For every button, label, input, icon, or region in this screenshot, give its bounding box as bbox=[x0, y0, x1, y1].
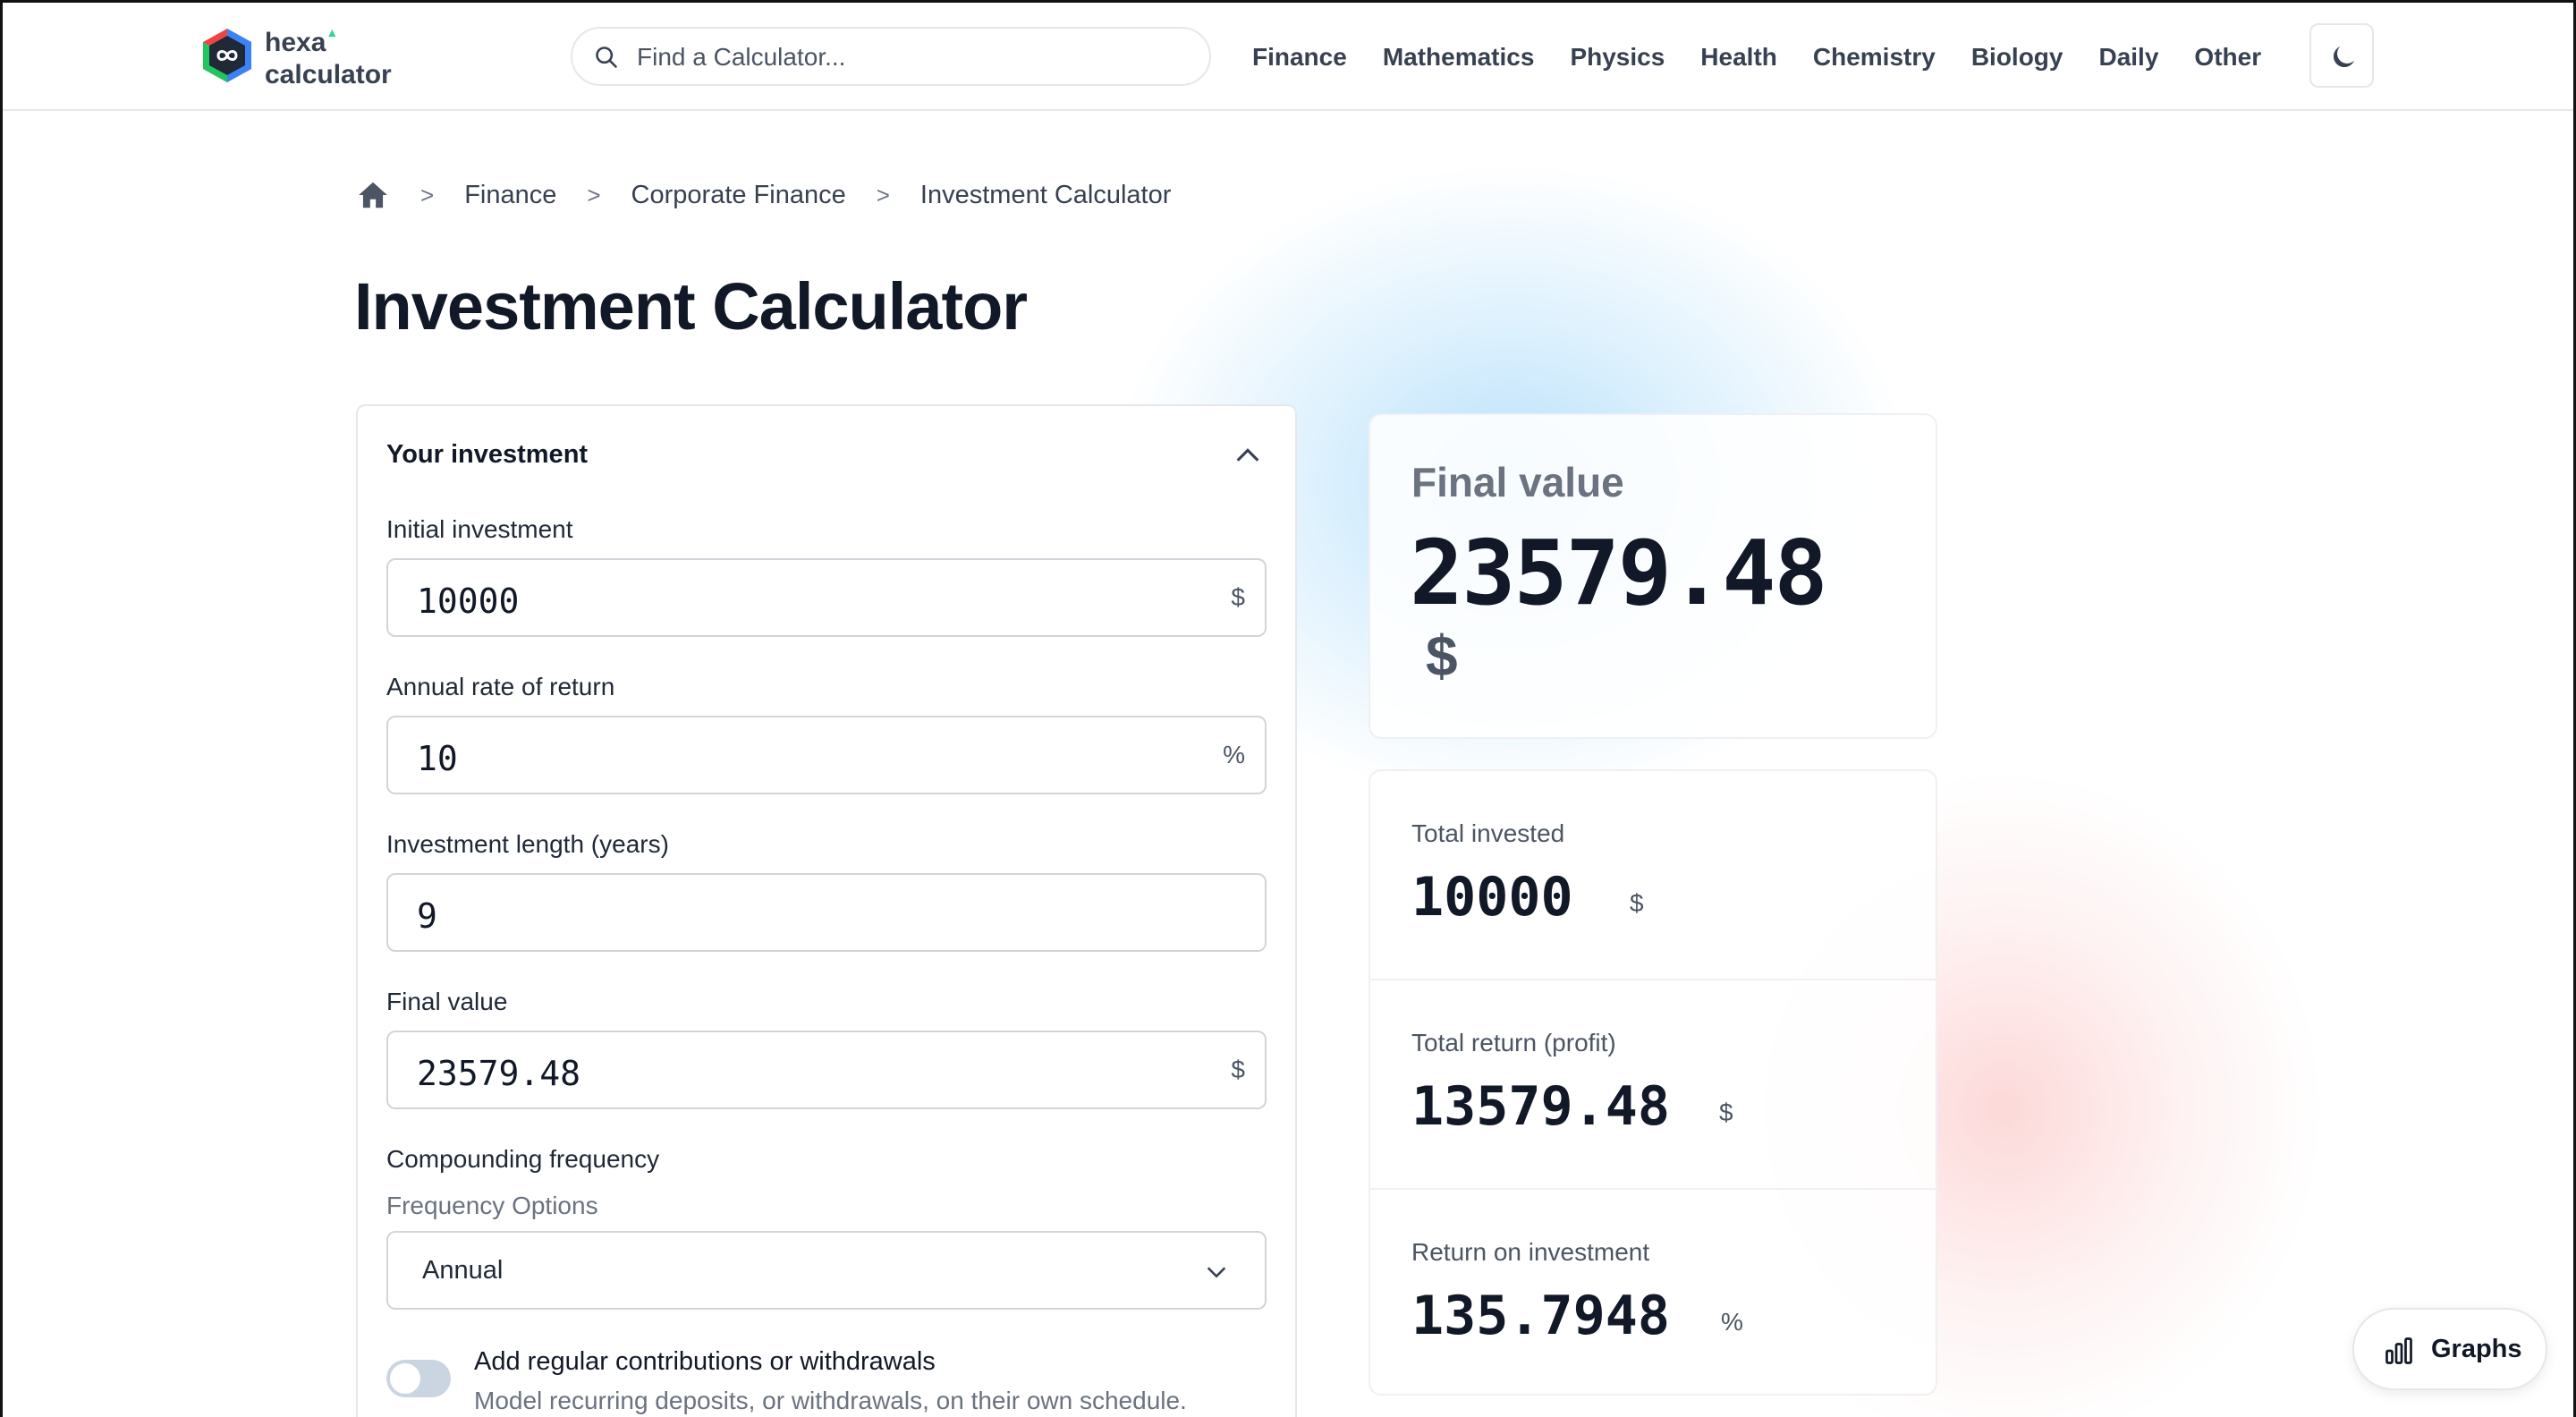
graphs-label: Graphs bbox=[2431, 1335, 2522, 1363]
investment-length-value: 9 bbox=[417, 896, 437, 936]
contributions-title: Add regular contributions or withdrawals bbox=[474, 1347, 936, 1376]
final-value-result: 23579.48 bbox=[1410, 521, 1828, 625]
chevron-down-icon bbox=[1207, 1267, 1226, 1278]
final-value-input-value: 23579.48 bbox=[417, 1054, 581, 1093]
stat-roi: Return on investment 135.7948 % bbox=[1370, 1190, 1936, 1399]
stat-value: 10000 bbox=[1411, 866, 1573, 929]
stat-label: Total invested bbox=[1411, 819, 1565, 847]
summary-stats-card: Total invested 10000 $ Total return (pro… bbox=[1368, 769, 1937, 1396]
logo-line-1: hexa bbox=[265, 28, 326, 57]
final-value-card: Final value 23579.48 $ bbox=[1368, 413, 1937, 739]
stat-label: Return on investment bbox=[1411, 1238, 1650, 1266]
annual-rate-unit: % bbox=[1223, 741, 1245, 768]
logo-line-2: calculator bbox=[265, 60, 392, 89]
final-value-card-label: Final value bbox=[1411, 459, 1624, 505]
main-nav: Finance Mathematics Physics Health Chemi… bbox=[1252, 39, 2297, 75]
nav-daily[interactable]: Daily bbox=[2098, 39, 2158, 75]
investment-length-field[interactable]: 9 bbox=[386, 873, 1267, 952]
stat-unit: % bbox=[1721, 1308, 1743, 1336]
toggle-knob bbox=[390, 1363, 420, 1394]
graphs-button[interactable]: Graphs bbox=[2352, 1308, 2547, 1390]
final-value-label: Final value bbox=[386, 988, 508, 1015]
initial-investment-unit: $ bbox=[1231, 583, 1245, 611]
stat-total-invested: Total invested 10000 $ bbox=[1370, 771, 1936, 980]
search-icon bbox=[596, 47, 617, 68]
theme-toggle-button[interactable] bbox=[2309, 23, 2374, 88]
page-title: Investment Calculator bbox=[354, 269, 1028, 344]
window-border-left bbox=[0, 0, 3, 1417]
stat-unit: $ bbox=[1719, 1099, 1733, 1126]
window-border-top bbox=[0, 0, 2576, 3]
initial-investment-field[interactable]: 10000 $ bbox=[386, 558, 1267, 637]
breadcrumb-finance[interactable]: Finance bbox=[464, 181, 556, 210]
chevron-right-icon: > bbox=[420, 181, 435, 208]
home-icon[interactable] bbox=[356, 178, 390, 212]
chevron-right-icon: > bbox=[587, 181, 601, 208]
investment-form-card: Your investment Initial investment 10000… bbox=[356, 404, 1297, 1417]
search-input[interactable] bbox=[637, 41, 1174, 73]
annual-rate-field[interactable]: 10 % bbox=[386, 716, 1267, 794]
annual-rate-value: 10 bbox=[417, 739, 458, 778]
breadcrumb: > Finance > Corporate Finance > Investme… bbox=[356, 175, 1201, 215]
breadcrumb-current: Investment Calculator bbox=[919, 180, 1172, 209]
chevron-up-icon[interactable] bbox=[1233, 440, 1263, 471]
section-title: Your investment bbox=[386, 440, 589, 469]
contributions-toggle[interactable] bbox=[386, 1360, 451, 1397]
investment-length-label: Investment length (years) bbox=[386, 830, 669, 858]
compounding-label: Compounding frequency bbox=[386, 1145, 660, 1173]
site-logo[interactable]: hexa▲ calculator bbox=[200, 25, 397, 89]
site-header: hexa▲ calculator Finance Mathematics Phy… bbox=[0, 0, 2576, 111]
hexa-logo-icon bbox=[203, 29, 251, 82]
annual-rate-label: Annual rate of return bbox=[386, 673, 615, 700]
search-box[interactable] bbox=[571, 27, 1211, 86]
initial-investment-value: 10000 bbox=[417, 581, 520, 621]
frequency-options-label: Frequency Options bbox=[386, 1192, 598, 1219]
stat-unit: $ bbox=[1630, 889, 1644, 917]
final-value-unit: $ bbox=[1231, 1056, 1245, 1083]
stat-label: Total return (profit) bbox=[1411, 1029, 1616, 1056]
final-value-currency: $ bbox=[1426, 624, 1458, 688]
contributions-description: Model recurring deposits, or withdrawals… bbox=[474, 1387, 1187, 1414]
nav-health[interactable]: Health bbox=[1700, 39, 1777, 75]
nav-finance[interactable]: Finance bbox=[1252, 39, 1347, 75]
nav-biology[interactable]: Biology bbox=[1971, 39, 2063, 75]
breadcrumb-corporate-finance[interactable]: Corporate Finance bbox=[631, 181, 846, 210]
compounding-selected: Annual bbox=[422, 1256, 504, 1285]
moon-icon bbox=[2333, 47, 2354, 68]
initial-investment-label: Initial investment bbox=[386, 515, 573, 543]
nav-physics[interactable]: Physics bbox=[1570, 39, 1665, 75]
nav-mathematics[interactable]: Mathematics bbox=[1383, 39, 1535, 75]
nav-other[interactable]: Other bbox=[2194, 39, 2261, 75]
logo-text: hexa▲ calculator bbox=[265, 25, 392, 89]
chevron-right-icon: > bbox=[876, 181, 890, 208]
bar-chart-icon bbox=[2385, 1337, 2412, 1364]
compounding-select[interactable]: Annual bbox=[386, 1231, 1267, 1310]
stat-value: 135.7948 bbox=[1411, 1285, 1670, 1347]
nav-chemistry[interactable]: Chemistry bbox=[1813, 39, 1936, 75]
final-value-field[interactable]: 23579.48 $ bbox=[386, 1031, 1267, 1109]
stat-total-return: Total return (profit) 13579.48 $ bbox=[1370, 980, 1936, 1190]
logo-triangle-icon: ▲ bbox=[326, 25, 339, 39]
stat-value: 13579.48 bbox=[1411, 1075, 1670, 1138]
